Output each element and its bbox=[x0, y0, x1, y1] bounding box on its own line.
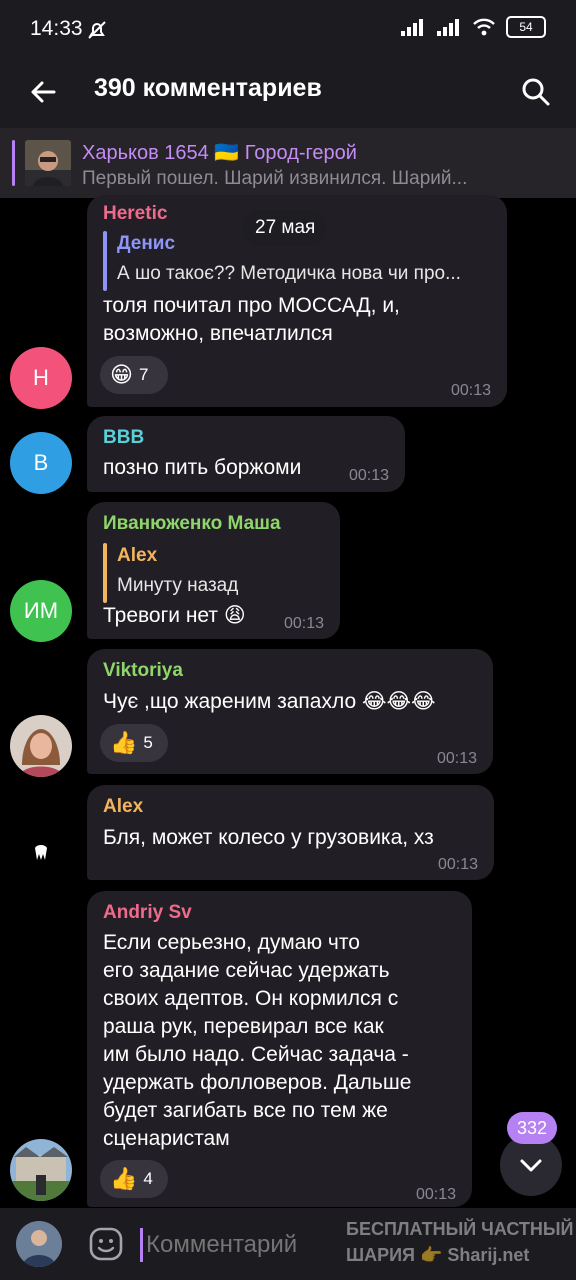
message-text: толя почитал про МОССАД, и, возможно, вп… bbox=[103, 294, 400, 345]
message-author[interactable]: Heretic bbox=[103, 203, 167, 225]
avatar[interactable] bbox=[10, 715, 72, 777]
battery-level: 54 bbox=[519, 20, 533, 34]
message-time: 00:13 bbox=[348, 467, 389, 484]
pinned-post[interactable]: Харьков 1654 🇺🇦 Город-герой Первый пошел… bbox=[0, 128, 576, 198]
message-text: Если серьезно, думаю что его задание сей… bbox=[103, 931, 412, 1150]
unread-count-badge: 332 bbox=[507, 1112, 557, 1144]
avatar-logo bbox=[10, 820, 72, 882]
message-time: 00:13 bbox=[450, 382, 491, 399]
reply-author: Денис bbox=[117, 233, 176, 254]
reaction-chip[interactable]: 👍 4 bbox=[100, 1160, 168, 1198]
thumbs-up-emoji-icon: 👍 bbox=[110, 1166, 138, 1191]
reaction-chip[interactable]: 👍 5 bbox=[100, 724, 168, 762]
battery-icon: 54 bbox=[506, 16, 546, 38]
message-time: 00:13 bbox=[415, 1186, 456, 1203]
watermark: БЕСПЛАТНЫЙ ЧАСТНЫЙ ШАРИЯ 👉 Sharij.net bbox=[346, 1216, 573, 1268]
message-bubble[interactable]: Alex Бля, может колесо у грузовика, хз 0… bbox=[87, 785, 494, 880]
avatar[interactable]: B bbox=[10, 432, 72, 494]
avatar-initials: B bbox=[33, 450, 49, 475]
signal-icon-2 bbox=[437, 19, 459, 36]
avatar-initials: H bbox=[33, 365, 49, 390]
pinned-title: Харьков 1654 🇺🇦 Город-герой bbox=[82, 142, 357, 164]
date-pill: 27 мая bbox=[243, 210, 328, 246]
avatar-photo bbox=[10, 1139, 72, 1201]
send-as-avatar[interactable] bbox=[16, 1221, 62, 1267]
message-text: Чує ,що жареним запахло 😂😂😂 bbox=[103, 690, 436, 713]
back-arrow-icon[interactable] bbox=[24, 72, 64, 112]
message-author[interactable]: Viktoriya bbox=[103, 660, 183, 682]
text-cursor bbox=[140, 1228, 143, 1262]
mute-icon bbox=[88, 21, 106, 39]
avatar[interactable] bbox=[10, 820, 72, 882]
watermark-line-2: ШАРИЯ 👉 Sharij.net bbox=[346, 1245, 530, 1265]
message-author[interactable]: Andriy Sv bbox=[103, 902, 192, 924]
thumbs-up-emoji-icon: 👍 bbox=[110, 730, 138, 755]
message-time: 00:13 bbox=[437, 856, 478, 873]
avatar[interactable]: H bbox=[10, 347, 72, 409]
pinned-accent-line bbox=[12, 140, 15, 186]
pinned-thumbnail bbox=[25, 140, 71, 186]
reply-text: А шо такоє?? Методичка нова чи про... bbox=[117, 263, 461, 284]
message-bubble[interactable]: Viktoriya Чує ,що жареним запахло 😂😂😂 👍 … bbox=[87, 649, 493, 774]
reply-text: Минуту назад bbox=[117, 575, 239, 596]
reply-bar bbox=[103, 231, 107, 291]
message-time: 00:13 bbox=[436, 750, 477, 767]
reply-preview[interactable]: Alex Минуту назад bbox=[103, 543, 328, 603]
reaction-chip[interactable]: 😁 7 bbox=[100, 356, 168, 394]
reaction-count: 4 bbox=[143, 1169, 153, 1188]
avatar-initials: ИМ bbox=[23, 598, 59, 623]
message-bubble[interactable]: BBB позно пить боржоми 00:13 bbox=[87, 416, 405, 492]
status-bar: 14:33 54 bbox=[0, 0, 576, 58]
message-text: Бля, может колесо у грузовика, хз bbox=[103, 826, 434, 849]
avatar[interactable] bbox=[10, 1139, 72, 1201]
reply-bar bbox=[103, 543, 107, 603]
message-author[interactable]: BBB bbox=[103, 427, 144, 449]
grin-emoji-icon: 😁 bbox=[110, 362, 133, 387]
app-bar: 390 комментариев bbox=[0, 58, 576, 128]
page-title: 390 комментариев bbox=[94, 74, 322, 102]
message-text: позно пить боржоми bbox=[103, 456, 302, 479]
wifi-icon bbox=[473, 18, 495, 36]
message-author[interactable]: Иванюженко Маша bbox=[103, 513, 281, 535]
message-time: 00:13 bbox=[283, 615, 324, 632]
signal-icon bbox=[401, 19, 423, 36]
message-author[interactable]: Alex bbox=[103, 796, 143, 818]
avatar[interactable]: ИМ bbox=[10, 580, 72, 642]
avatar-photo bbox=[10, 715, 72, 777]
status-icons: 54 bbox=[400, 16, 546, 38]
watermark-line-1: БЕСПЛАТНЫЙ ЧАСТНЫЙ bbox=[346, 1219, 574, 1239]
search-icon[interactable] bbox=[516, 72, 556, 112]
chevron-down-icon bbox=[520, 1159, 542, 1172]
reaction-count: 7 bbox=[138, 365, 149, 384]
message-bubble[interactable]: Иванюженко Маша Alex Минуту назад Тревог… bbox=[87, 502, 340, 639]
message-bubble[interactable]: Andriy Sv Если серьезно, думаю что его з… bbox=[87, 891, 472, 1207]
status-time: 14:33 bbox=[30, 17, 83, 40]
emoji-icon[interactable] bbox=[88, 1226, 124, 1262]
reply-author: Alex bbox=[117, 545, 158, 566]
pinned-text: Первый пошел. Шарий извинился. Шарий... bbox=[82, 168, 468, 189]
reaction-count: 5 bbox=[143, 733, 153, 752]
message-text: Тревоги нет 😩 bbox=[103, 604, 246, 627]
